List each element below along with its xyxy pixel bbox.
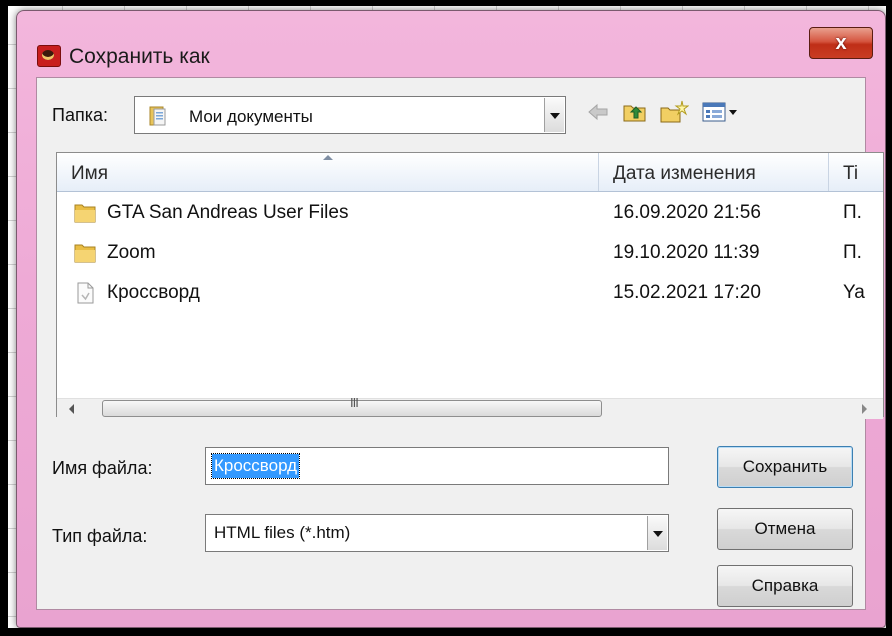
column-separator[interactable] — [828, 153, 829, 191]
column-name[interactable]: Имя — [71, 153, 591, 191]
file-type: Ya — [843, 282, 865, 303]
list-item[interactable]: Zoom 19.10.2020 11:39 П. — [57, 233, 883, 273]
folder-icon — [74, 244, 96, 263]
help-button[interactable]: Справка — [717, 565, 853, 607]
filetype-value: HTML files (*.htm) — [214, 523, 351, 542]
documents-folder-icon — [149, 106, 166, 126]
view-menu-icon[interactable] — [701, 100, 741, 124]
scrollbar-grip: III — [350, 395, 359, 410]
new-folder-icon[interactable] — [659, 100, 689, 124]
column-separator[interactable] — [598, 153, 599, 191]
save-as-dialog: Сохранить как x Папка: Мои документы Имя… — [16, 10, 886, 628]
close-button[interactable]: x — [809, 27, 873, 59]
back-arrow-icon[interactable] — [585, 100, 611, 124]
filename-value: Кроссворд — [210, 453, 301, 479]
chevron-down-icon[interactable] — [544, 98, 564, 132]
folder-icon — [74, 204, 96, 223]
dialog-body: Папка: Мои документы Имя Дата изменения … — [36, 77, 884, 610]
filetype-label: Тип файла: — [52, 526, 148, 546]
scroll-right-icon[interactable] — [862, 404, 867, 414]
app-icon[interactable] — [37, 45, 61, 67]
column-date-modified[interactable]: Дата изменения — [613, 153, 823, 191]
list-item[interactable]: Кроссворд 15.02.2021 17:20 Ya — [57, 273, 883, 313]
filename-input[interactable]: Кроссворд — [205, 447, 669, 485]
column-type[interactable]: Ti — [843, 153, 883, 191]
horizontal-scrollbar[interactable]: III — [57, 395, 883, 419]
screen-border-top — [0, 0, 892, 6]
file-name: GTA San Andreas User Files — [107, 202, 349, 223]
file-type: П. — [843, 202, 862, 223]
file-date: 16.09.2020 21:56 — [613, 202, 761, 223]
document-icon — [77, 282, 94, 304]
list-item[interactable]: GTA San Andreas User Files 16.09.2020 21… — [57, 193, 883, 233]
folder-current: Мои документы — [189, 107, 313, 126]
title-bar[interactable]: Сохранить как x — [17, 11, 885, 81]
scroll-left-icon[interactable] — [69, 404, 74, 414]
file-date: 15.02.2021 17:20 — [613, 282, 761, 303]
screen-border-left — [0, 0, 8, 636]
folder-label: Папка: — [52, 105, 108, 125]
dialog-title: Сохранить как — [69, 45, 210, 68]
file-name: Кроссворд — [107, 282, 200, 303]
file-name: Zoom — [107, 242, 156, 263]
scrollbar-thumb[interactable]: III — [102, 395, 602, 417]
chevron-down-icon[interactable] — [647, 516, 667, 550]
folder-dropdown[interactable]: Мои документы — [134, 96, 566, 134]
filetype-dropdown[interactable]: HTML files (*.htm) — [205, 514, 669, 552]
file-type: П. — [843, 242, 862, 263]
filename-label: Имя файла: — [52, 458, 153, 478]
cancel-button[interactable]: Отмена — [717, 508, 853, 550]
up-folder-icon[interactable] — [621, 100, 649, 124]
screen-border-right — [886, 0, 892, 636]
list-header: Имя Дата изменения Ti — [57, 153, 883, 192]
save-button[interactable]: Сохранить — [717, 446, 853, 488]
file-date: 19.10.2020 11:39 — [613, 242, 760, 263]
file-list[interactable]: Имя Дата изменения Ti GTA San Andreas Us… — [56, 152, 884, 419]
screen-border-bottom — [0, 628, 892, 636]
